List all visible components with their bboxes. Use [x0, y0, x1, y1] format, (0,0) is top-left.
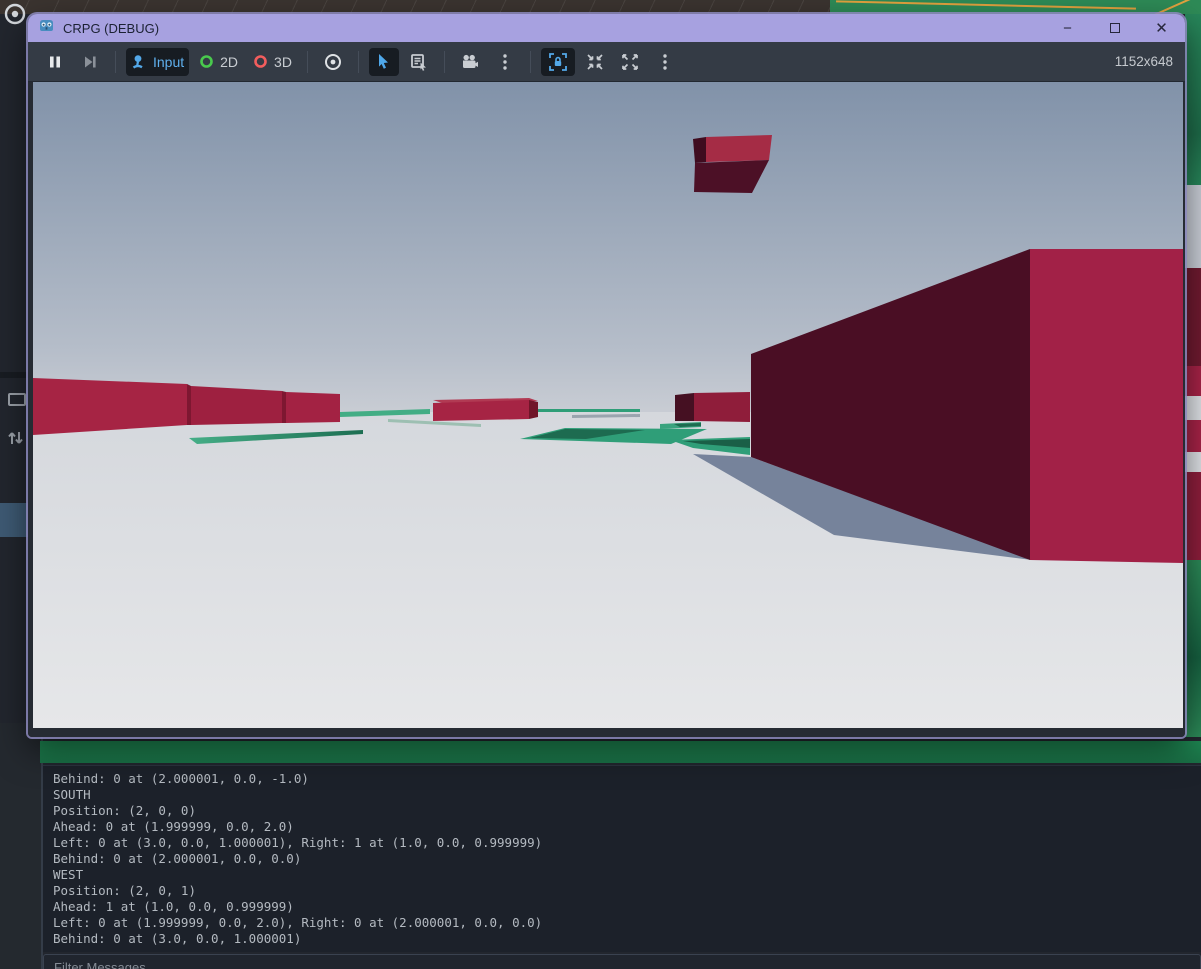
- debug-toolbar: Input 2D 3D: [28, 42, 1185, 82]
- 2d-label: 2D: [220, 54, 238, 70]
- titlebar[interactable]: CRPG (DEBUG) − ✕: [28, 14, 1185, 42]
- node-list-cursor-icon: [410, 53, 428, 71]
- output-console[interactable]: Behind: 0 at (2.000001, 0.0, -1.0)SOUTHP…: [43, 765, 1201, 952]
- joystick-icon: [131, 54, 147, 70]
- shrink-window-button[interactable]: [580, 48, 610, 76]
- sort-updown-icon[interactable]: [7, 428, 25, 453]
- red-box: [433, 400, 529, 421]
- selection-wireframe-line: [836, 0, 1136, 9]
- expand-window-button[interactable]: [615, 48, 645, 76]
- red-box-side: [529, 400, 538, 419]
- editor-viewport-right-strip: [1185, 14, 1201, 737]
- window-bottom-edge: [28, 728, 1185, 737]
- pause-icon: [47, 54, 63, 70]
- dark-box-side: [675, 393, 694, 421]
- selection-wireframe-line: [1133, 0, 1201, 14]
- console-line: Left: 0 at (1.999999, 0.0, 2.0), Right: …: [53, 915, 1201, 931]
- toolbar-separator: [115, 51, 116, 73]
- toolbar-separator: [358, 51, 359, 73]
- keep-aspect-lock-button[interactable]: [541, 48, 575, 76]
- window-controls: − ✕: [1044, 14, 1185, 42]
- screen: Behind: 0 at (2.000001, 0.0, -1.0)SOUTHP…: [0, 0, 1201, 969]
- arrows-inward-icon: [586, 53, 604, 71]
- game-window: CRPG (DEBUG) − ✕: [28, 14, 1185, 737]
- input-toggle-button[interactable]: Input: [126, 48, 189, 76]
- 3d-ring-icon: [253, 54, 268, 69]
- window-title: CRPG (DEBUG): [63, 21, 159, 36]
- console-line: Ahead: 0 at (1.999999, 0.0, 2.0): [53, 819, 1201, 835]
- maximize-icon: [1110, 23, 1120, 33]
- game-viewport[interactable]: [33, 82, 1183, 728]
- maximize-button[interactable]: [1091, 14, 1138, 42]
- visibility-button[interactable]: [318, 48, 348, 76]
- next-frame-icon: [82, 54, 98, 70]
- 3d-label: 3D: [274, 54, 292, 70]
- frame-lock-icon: [548, 52, 568, 72]
- viewport-frame: [28, 82, 1185, 728]
- panel-icon[interactable]: [7, 390, 27, 415]
- embed-options-button[interactable]: [650, 48, 680, 76]
- red-box: [286, 392, 340, 423]
- floor-tile: [538, 409, 640, 412]
- console-lines: Behind: 0 at (2.000001, 0.0, -1.0)SOUTHP…: [53, 771, 1201, 947]
- red-box-side: [282, 391, 286, 423]
- toolbar-separator: [530, 51, 531, 73]
- red-box-side: [187, 384, 191, 425]
- camera-icon: [461, 54, 479, 70]
- floating-box-edge: [693, 137, 706, 163]
- editor-green-floor-bottom: [40, 741, 1201, 763]
- filter-messages-input[interactable]: [43, 954, 1201, 969]
- next-frame-button[interactable]: [75, 48, 105, 76]
- dock-selected-row[interactable]: [0, 503, 28, 537]
- pause-button[interactable]: [40, 48, 70, 76]
- toolbar-separator: [444, 51, 445, 73]
- floating-box-top: [706, 135, 772, 162]
- console-line: Position: (2, 0, 1): [53, 883, 1201, 899]
- console-line: Left: 0 at (3.0, 0.0, 1.000001), Right: …: [53, 835, 1201, 851]
- switch-3d-button[interactable]: 3D: [248, 48, 297, 76]
- console-line: Behind: 0 at (2.000001, 0.0, 0.0): [53, 851, 1201, 867]
- minimize-button[interactable]: −: [1044, 14, 1091, 42]
- filter-messages-row: [43, 954, 1201, 969]
- red-box: [33, 378, 187, 435]
- kebab-menu-icon: [661, 53, 669, 71]
- godot-logo-icon: [38, 18, 55, 39]
- console-line: SOUTH: [53, 787, 1201, 803]
- dark-box: [694, 392, 750, 422]
- more-options-button[interactable]: [490, 48, 520, 76]
- editor-bottom-left-panel: [0, 723, 43, 969]
- arrows-outward-icon: [621, 53, 639, 71]
- resolution-label: 1152x648: [1115, 54, 1173, 69]
- editor-green-floor-strip: [830, 0, 1201, 14]
- 2d-ring-icon: [199, 54, 214, 69]
- big-box-front: [1030, 249, 1183, 563]
- eye-icon: [324, 53, 342, 71]
- node-picker-button[interactable]: [404, 48, 434, 76]
- editor-viewport-top-strip: [0, 0, 1201, 14]
- console-line: Behind: 0 at (2.000001, 0.0, -1.0): [53, 771, 1201, 787]
- input-toggle-label: Input: [153, 54, 184, 70]
- console-line: Behind: 0 at (3.0, 0.0, 1.000001): [53, 931, 1201, 947]
- camera-override-button[interactable]: [455, 48, 485, 76]
- close-button[interactable]: ✕: [1138, 14, 1185, 42]
- console-line: Ahead: 1 at (1.0, 0.0, 0.999999): [53, 899, 1201, 915]
- toolbar-separator: [307, 51, 308, 73]
- cursor-icon: [375, 53, 392, 70]
- switch-2d-button[interactable]: 2D: [194, 48, 243, 76]
- select-mode-button[interactable]: [369, 48, 399, 76]
- dock-divider: [0, 372, 28, 378]
- red-box: [191, 386, 282, 425]
- console-line: Position: (2, 0, 0): [53, 803, 1201, 819]
- eye-icon[interactable]: [3, 2, 27, 31]
- console-line: WEST: [53, 867, 1201, 883]
- kebab-menu-icon: [501, 53, 509, 71]
- 3d-scene: [33, 82, 1183, 728]
